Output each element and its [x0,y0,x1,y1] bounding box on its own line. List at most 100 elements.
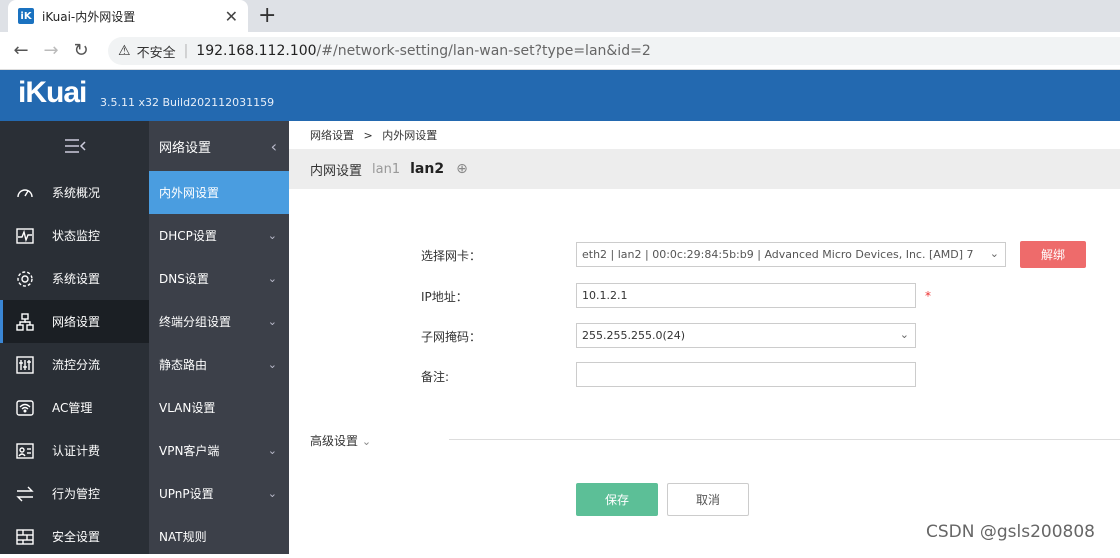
advanced-settings-label: 高级设置 [310,434,359,448]
cancel-button[interactable]: 取消 [667,483,749,516]
lan-section-title: 内网设置 [310,163,363,179]
advanced-settings-toggle[interactable]: 高级设置 ⌄ [310,432,371,449]
chevron-down-icon: ⌄ [267,315,277,328]
chevron-left-icon[interactable]: ‹ [271,137,277,156]
sidebar-item-label: AC管理 [52,401,93,415]
forward-icon[interactable]: → [36,40,66,61]
subnav-item-label: 静态路由 [159,358,208,372]
subnav-item-upnp[interactable]: UPnP设置 ⌄ [149,472,289,515]
url-omnibox[interactable]: ⚠ 不安全 | 192.168.112.100/#/network-settin… [108,37,1120,65]
chevron-down-icon: ⌄ [985,247,999,260]
network-icon [14,311,36,333]
subnav-item-terminal-group[interactable]: 终端分组设置 ⌄ [149,300,289,343]
required-mark: * [925,289,931,303]
wifi-icon [14,397,36,419]
sidebar-item-label: 认证计费 [52,444,101,458]
sidebar-item-network[interactable]: 网络设置 [0,300,149,343]
subnav-item-vlan[interactable]: VLAN设置 [149,386,289,429]
chevron-down-icon: ⌄ [267,358,277,371]
dashboard-icon [14,182,36,204]
ikuai-logo: iKuai [18,76,87,109]
lan-tab-bar: 内网设置 lan1 lan2 ⊕ [289,149,1120,189]
subnav-item-static-route[interactable]: 静态路由 ⌄ [149,343,289,386]
sidebar-item-ac[interactable]: AC管理 [0,386,149,429]
subnav-item-dns[interactable]: DNS设置 ⌄ [149,257,289,300]
subnav-title: 网络设置 [159,140,212,156]
url-host: 192.168.112.100 [196,43,317,59]
subnet-mask-value: 255.255.255.0(24) [582,329,686,342]
unbind-button[interactable]: 解绑 [1020,241,1086,268]
subnav-item-label: DHCP设置 [159,229,217,243]
subnav-item-label: 终端分组设置 [159,315,232,329]
chevron-down-icon: ⌄ [361,435,372,448]
sidebar-item-label: 网络设置 [52,315,101,329]
sidebar-item-auth[interactable]: 认证计费 [0,429,149,472]
nic-select-value: eth2 | lan2 | 00:0c:29:84:5b:b9 | Advanc… [582,248,974,261]
version-text: 3.5.11 x32 Build202112031159 [100,96,275,109]
subnav-header[interactable]: 网络设置 ‹ [149,121,289,171]
subnet-mask-select[interactable]: 255.255.255.0(24) ⌄ [576,323,916,348]
chevron-down-icon: ⌄ [895,328,909,341]
sidebar-item-label: 状态监控 [52,229,101,243]
auth-card-icon [14,440,36,462]
add-lan-icon[interactable]: ⊕ [456,161,468,177]
sidebar-item-security[interactable]: 安全设置 [0,515,149,558]
tab-close-icon[interactable]: ✕ [225,7,238,26]
firewall-icon [14,526,36,548]
sidebar-item-flow-control[interactable]: 流控分流 [0,343,149,386]
nic-label: 选择网卡： [421,249,482,263]
sub-navigation: 网络设置 ‹ 内外网设置 DHCP设置 ⌄ DNS设置 ⌄ 终端分组设置 ⌄ 静态路由… [149,121,289,554]
nic-select[interactable]: eth2 | lan2 | 00:0c:29:84:5b:b9 | Advanc… [576,242,1006,267]
arrows-icon [14,483,36,505]
reload-icon[interactable]: ↻ [66,40,96,61]
divider [449,439,1120,440]
subnav-item-label: 内外网设置 [159,186,220,200]
warning-icon[interactable]: ⚠ [118,43,131,59]
back-icon[interactable]: ← [6,40,36,61]
url-path: /#/network-setting/lan-wan-set?type=lan&… [316,43,651,59]
sidebar-item-overview[interactable]: 系统概况 [0,171,149,214]
chevron-down-icon: ⌄ [267,487,277,500]
sidebar-item-label: 行为管控 [52,487,101,501]
sliders-icon [14,354,36,376]
subnav-item-label: NAT规则 [159,530,207,544]
subnav-item-label: VPN客户端 [159,444,220,458]
subnav-item-vpn-client[interactable]: VPN客户端 ⌄ [149,429,289,472]
url-separator: | [183,43,189,59]
ip-address-input[interactable]: 10.1.2.1 [576,283,916,308]
breadcrumb-item[interactable]: 网络设置 [310,129,354,142]
breadcrumb-separator: > [363,129,373,142]
sidebar-item-label: 系统设置 [52,272,101,286]
sidebar-item-monitor[interactable]: 状态监控 [0,214,149,257]
menu-collapse-icon[interactable] [0,121,149,171]
main-sidebar: 系统概况 状态监控 系统设置 网络设置 流控分流 AC管理 认证计费 行为管控 … [0,121,149,554]
security-status[interactable]: 不安全 [137,42,176,61]
save-button[interactable]: 保存 [576,483,658,516]
subnav-item-label: DNS设置 [159,272,209,286]
gear-icon [14,268,36,290]
subnav-item-label: UPnP设置 [159,487,214,501]
browser-tab[interactable]: iK iKuai-内外网设置 ✕ [8,0,248,32]
note-input[interactable] [576,362,916,387]
browser-tab-bar: iK iKuai-内外网设置 ✕ + [0,0,1120,32]
tab-lan1[interactable]: lan1 [372,162,400,177]
subnav-item-label: VLAN设置 [159,401,216,415]
chevron-down-icon: ⌄ [267,229,277,242]
breadcrumb-item: 内外网设置 [382,129,438,142]
note-label: 备注: [421,370,450,384]
sidebar-item-system[interactable]: 系统设置 [0,257,149,300]
watermark: CSDN @gsls200808 [926,522,1095,542]
sidebar-item-behavior[interactable]: 行为管控 [0,472,149,515]
subnav-item-nat[interactable]: NAT规则 [149,515,289,558]
subnet-mask-label: 子网掩码： [421,330,482,344]
subnav-item-lan-wan[interactable]: 内外网设置 [149,171,289,214]
tab-title: iKuai-内外网设置 [42,9,136,24]
app-header: iKuai 3.5.11 x32 Build202112031159 [0,70,1120,121]
subnav-item-dhcp[interactable]: DHCP设置 ⌄ [149,214,289,257]
chevron-down-icon: ⌄ [267,272,277,285]
tab-lan2[interactable]: lan2 [410,161,444,177]
url-text[interactable]: 192.168.112.100/#/network-setting/lan-wa… [196,43,650,59]
ikuai-favicon-icon: iK [18,8,34,24]
sidebar-item-label: 流控分流 [52,358,101,372]
new-tab-icon[interactable]: + [258,3,276,28]
